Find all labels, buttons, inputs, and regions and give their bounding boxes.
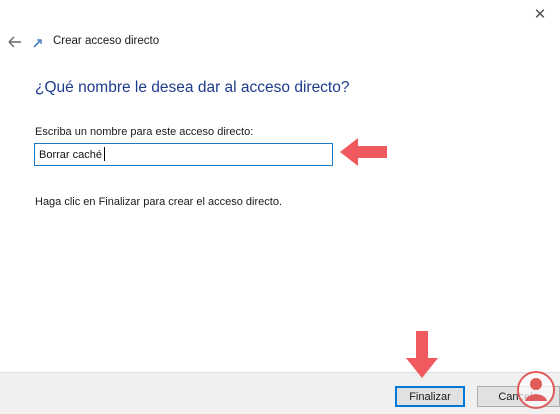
wizard-title: Crear acceso directo (53, 35, 160, 47)
back-arrow-icon (8, 36, 21, 48)
shortcut-name-input[interactable] (34, 143, 333, 166)
back-button[interactable] (6, 34, 24, 50)
text-caret (104, 147, 105, 161)
watermark-logo-icon (517, 371, 555, 409)
finish-hint: Haga clic en Finalizar para crear el acc… (35, 196, 283, 208)
page-heading: ¿Qué nombre le desea dar al acceso direc… (35, 79, 350, 96)
down-pointing-annotation-arrow-icon (406, 331, 438, 378)
close-button[interactable]: ✕ (520, 0, 560, 28)
finish-button[interactable]: Finalizar (395, 386, 465, 407)
name-field-label: Escriba un nombre para este acceso direc… (35, 126, 254, 138)
left-pointing-annotation-arrow-icon (340, 138, 387, 166)
close-icon: ✕ (533, 6, 547, 23)
create-shortcut-dialog: ✕ Crear acceso directo ¿Qué nombre le de… (0, 0, 560, 414)
button-bar: Finalizar Cancela (0, 372, 560, 414)
shortcut-icon (33, 39, 42, 48)
